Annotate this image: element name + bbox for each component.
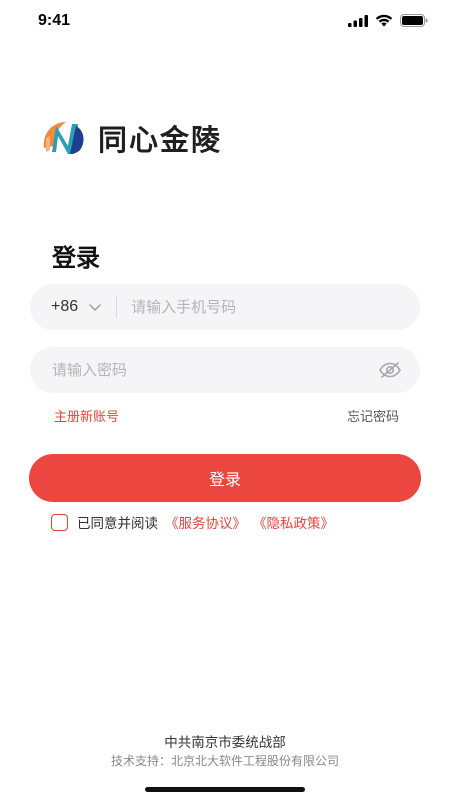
status-icons [348, 14, 428, 27]
password-field [30, 347, 420, 393]
service-agreement-link[interactable]: 《服务协议》 [165, 512, 246, 532]
chevron-down-icon[interactable] [88, 300, 102, 314]
country-code-selector[interactable]: +86 [51, 298, 78, 316]
register-link[interactable]: 主册新账号 [54, 406, 119, 425]
status-bar: 9:41 [0, 0, 450, 44]
login-button[interactable]: 登录 [29, 454, 421, 502]
footer-organization: 中共南京市委统战部 [164, 735, 286, 751]
page-title: 登录 [52, 244, 100, 272]
phone-input[interactable] [131, 298, 420, 316]
status-time: 9:41 [38, 12, 71, 29]
agree-checkbox[interactable] [51, 513, 68, 531]
field-divider [116, 296, 118, 318]
brand-logo: 同心金陵 [40, 116, 222, 160]
home-indicator [145, 787, 305, 792]
footer-support: 技术支持：北京北大软件工程股份有限公司 [110, 754, 339, 768]
battery-icon [400, 14, 428, 27]
eye-off-icon[interactable] [378, 360, 402, 380]
agreement-text: 已同意并阅读 [77, 516, 158, 532]
agreement-row: 已同意并阅读 《服务协议》 《隐私政策》 [51, 512, 334, 532]
password-input[interactable] [52, 361, 378, 379]
logo-text: 同心金陵 [98, 123, 223, 157]
privacy-policy-link[interactable]: 《隐私政策》 [253, 512, 334, 532]
phone-field: +86 [30, 284, 420, 330]
logo-icon [43, 122, 84, 154]
wifi-icon [375, 14, 393, 27]
signal-icon [348, 14, 368, 27]
forgot-password-link[interactable]: 忘记密码 [347, 406, 399, 425]
